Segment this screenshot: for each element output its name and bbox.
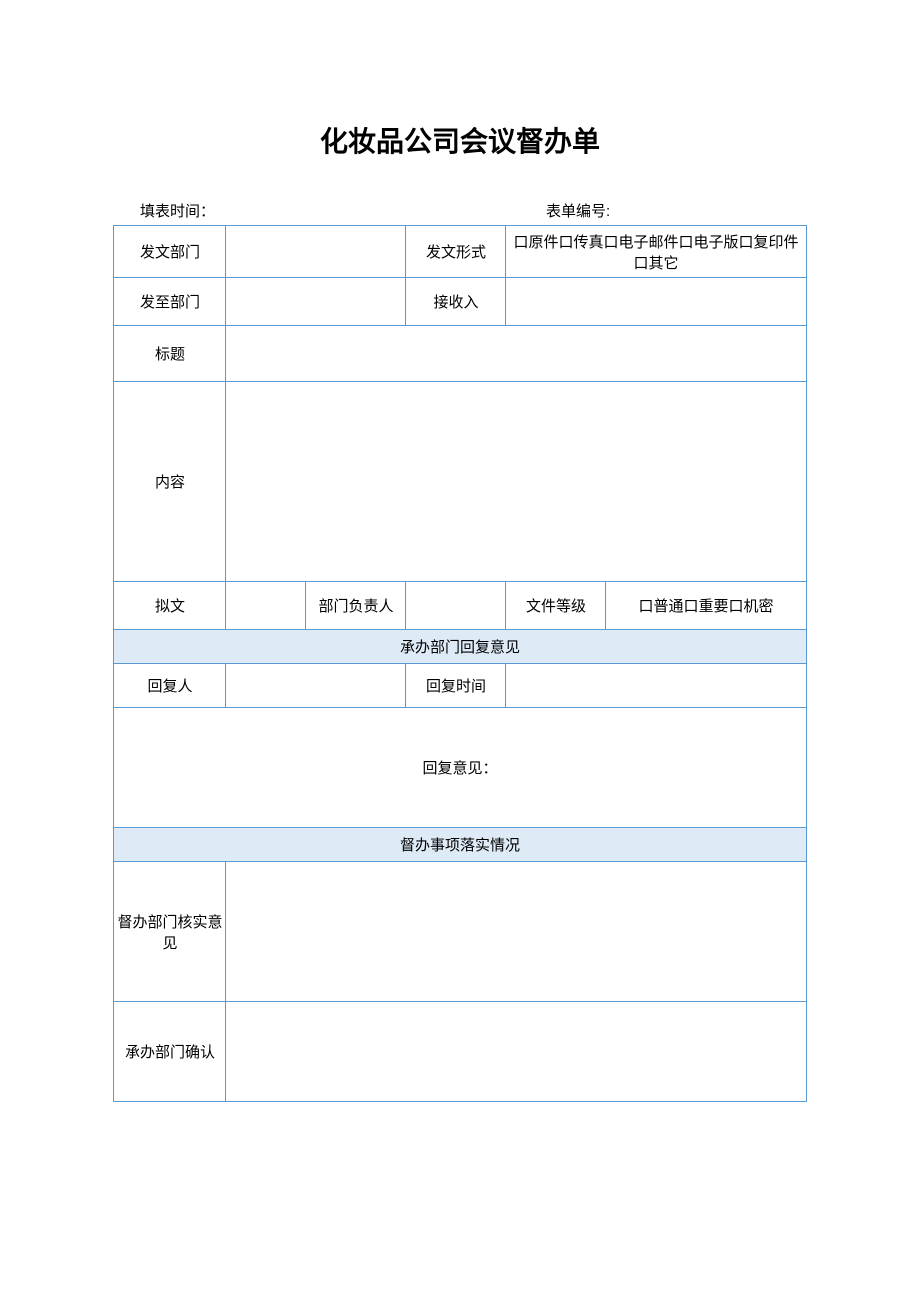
input-undertake-confirm[interactable] [226, 1002, 806, 1102]
input-dept-head[interactable] [406, 582, 506, 630]
input-supervise-verify[interactable] [226, 862, 806, 1002]
label-receiver: 接收入 [406, 278, 506, 326]
label-drafter: 拟文 [114, 582, 226, 630]
input-replier[interactable] [226, 664, 406, 708]
label-doc-level: 文件等级 [506, 582, 606, 630]
input-reply-time[interactable] [506, 664, 806, 708]
section-header-reply: 承办部门回复意见 [114, 630, 806, 664]
label-undertake-confirm: 承办部门确认 [114, 1002, 226, 1102]
input-to-dept[interactable] [226, 278, 406, 326]
input-subject[interactable] [226, 326, 806, 382]
form-number-label: 表单编号: [546, 200, 806, 221]
label-send-form: 发文形式 [406, 226, 506, 278]
label-subject: 标题 [114, 326, 226, 382]
input-content[interactable] [226, 382, 806, 582]
label-replier: 回复人 [114, 664, 226, 708]
label-to-dept: 发至部门 [114, 278, 226, 326]
input-doc-level-options[interactable]: 口普通口重要口机密 [606, 582, 806, 630]
input-send-dept[interactable] [226, 226, 406, 278]
supervision-form-table: 发文部门 发文形式 口原件口传真口电子邮件口电子版口复印件口其它 发至部门 接收… [113, 225, 806, 1102]
page-title: 化妆品公司会议督办单 [0, 120, 920, 160]
input-send-form-options[interactable]: 口原件口传真口电子邮件口电子版口复印件口其它 [506, 226, 806, 278]
label-dept-head: 部门负责人 [306, 582, 406, 630]
label-reply-time: 回复时间 [406, 664, 506, 708]
label-content: 内容 [114, 382, 226, 582]
input-receiver[interactable] [506, 278, 806, 326]
section-header-implementation: 督办事项落实情况 [114, 828, 806, 862]
label-supervise-verify: 督办部门核实意见 [114, 862, 226, 1002]
label-send-dept: 发文部门 [114, 226, 226, 278]
fill-time-label: 填表时间： [114, 200, 546, 221]
input-drafter[interactable] [226, 582, 306, 630]
meta-row: 填表时间： 表单编号: [114, 200, 806, 221]
reply-opinion-cell[interactable]: 回复意见： [114, 708, 806, 828]
